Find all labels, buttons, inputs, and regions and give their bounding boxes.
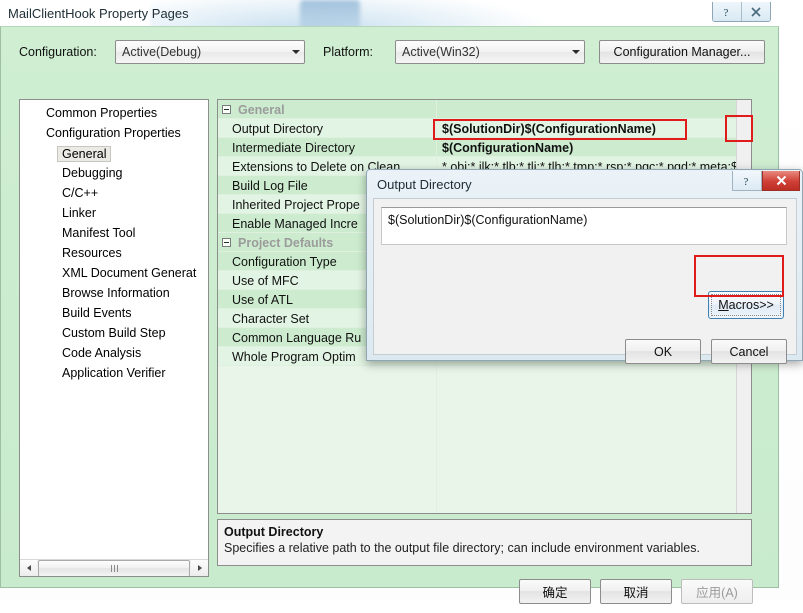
tree-item-label: Code Analysis [62, 346, 142, 360]
tree-item-label: Custom Build Step [62, 326, 166, 340]
ok-button[interactable]: 确定 [519, 579, 591, 604]
macros-button[interactable]: Macros>> [708, 291, 784, 319]
scroll-right-icon[interactable] [191, 560, 208, 576]
tree-item-common-properties[interactable]: Common Properties [46, 106, 157, 120]
apply-button: 应用(A) [681, 579, 753, 604]
grid-row-name: Intermediate Directory [232, 140, 355, 155]
platform-label: Platform: [323, 45, 374, 59]
tree-item-application-verifier[interactable]: Application Verifier [62, 366, 166, 380]
close-icon[interactable] [741, 2, 770, 21]
platform-combobox[interactable]: Active(Win32) [395, 40, 585, 64]
macros-accelerator: M [718, 298, 729, 312]
tree-item-label: Browse Information [62, 286, 170, 300]
macros-label: acros>> [728, 298, 774, 312]
dialog-title: Output Directory [377, 177, 472, 192]
tree-item-label: Debugging [62, 166, 123, 180]
configuration-value: Active(Debug) [122, 45, 202, 59]
chevron-down-icon[interactable] [567, 41, 584, 63]
dialog-cancel-button[interactable]: Cancel [711, 339, 787, 364]
description-title: Output Directory [224, 525, 324, 539]
dialog-caption-buttons: ? [732, 171, 800, 191]
tree-item-linker[interactable]: Linker [62, 206, 96, 220]
platform-value: Active(Win32) [402, 45, 480, 59]
help-icon[interactable]: ? [713, 2, 741, 21]
svg-text:?: ? [723, 7, 728, 18]
tree-item-label: Resources [62, 246, 122, 260]
property-tree-pane[interactable]: Common Properties Configuration Propertie… [19, 99, 209, 577]
tree-item-label: C/C++ [62, 186, 99, 200]
output-directory-input[interactable]: $(SolutionDir)$(ConfigurationName) [381, 207, 787, 245]
grid-property-row[interactable]: Intermediate Directory $(ConfigurationNam… [218, 138, 736, 157]
dialog-footer: 确定 取消 应用(A) [1, 579, 780, 613]
grid-row-value[interactable] [442, 100, 736, 119]
configuration-combobox[interactable]: Active(Debug) [115, 40, 305, 64]
tree-item-code-analysis[interactable]: Code Analysis [62, 346, 141, 360]
scrollbar-thumb[interactable] [38, 559, 190, 576]
tree-item-general[interactable]: General [57, 146, 112, 162]
tree-item-debugging[interactable]: Debugging [62, 166, 122, 180]
tree-item-label: XML Document Generat [62, 266, 197, 280]
tree-item-label: Build Events [62, 306, 132, 320]
tree-item-browse-information[interactable]: Browse Information [62, 286, 170, 300]
description-pane: Output Directory Specifies a relative pa… [217, 519, 752, 566]
grid-property-row[interactable]: Output Directory $(SolutionDir)$(Configur… [218, 119, 736, 138]
tree-item-c-c[interactable]: C/C++ [62, 186, 98, 200]
cancel-button[interactable]: 取消 [600, 579, 672, 604]
tree-item-label: Application Verifier [62, 366, 166, 380]
close-icon[interactable] [762, 171, 800, 191]
tree-item-build-events[interactable]: Build Events [62, 306, 131, 320]
tree-item-label: Manifest Tool [62, 226, 136, 240]
grid-row-name: General [238, 102, 285, 117]
grid-category-row[interactable]: General [218, 100, 736, 119]
dialog-frame: Output Directory ? $(SolutionDir)$(Confi… [366, 169, 803, 364]
svg-text:?: ? [743, 176, 748, 187]
tree-item-label: Common Properties [46, 106, 158, 120]
grid-row-name: Output Directory [232, 121, 324, 136]
grid-row-value[interactable]: $(ConfigurationName) [442, 138, 736, 157]
tree-item-label: Configuration Properties [46, 126, 181, 140]
tree-item-resources[interactable]: Resources [62, 246, 122, 260]
description-text: Specifies a relative path to the output … [224, 541, 700, 555]
chevron-down-icon[interactable] [287, 41, 304, 63]
dialog-ok-button[interactable]: OK [625, 339, 701, 364]
configuration-manager-button[interactable]: Configuration Manager... [599, 40, 765, 64]
configuration-label: Configuration: [19, 45, 97, 59]
tree-item-label: Linker [62, 206, 97, 220]
tree-item-configuration-properties[interactable]: Configuration Properties [46, 126, 181, 140]
dialog-body: $(SolutionDir)$(ConfigurationName) Macro… [373, 198, 797, 364]
tree-item-xml-document-generat[interactable]: XML Document Generat [62, 266, 196, 280]
grid-row-value[interactable]: $(SolutionDir)$(ConfigurationName) [442, 119, 736, 138]
window-title: MailClientHook Property Pages [8, 6, 189, 21]
tree-horizontal-scrollbar[interactable] [20, 559, 208, 576]
window-caption-buttons: ? [712, 2, 771, 22]
scroll-left-icon[interactable] [20, 560, 37, 576]
help-icon[interactable]: ? [732, 171, 762, 191]
tree-item-label: General [62, 147, 107, 161]
tree-item-custom-build-step[interactable]: Custom Build Step [62, 326, 166, 340]
window-titlebar: MailClientHook Property Pages ? [0, 0, 783, 29]
tree-item-manifest-tool[interactable]: Manifest Tool [62, 226, 135, 240]
configuration-toolbar: Configuration: Active(Debug) Platform: A… [19, 40, 765, 66]
output-directory-dialog: Output Directory ? $(SolutionDir)$(Confi… [366, 169, 803, 364]
